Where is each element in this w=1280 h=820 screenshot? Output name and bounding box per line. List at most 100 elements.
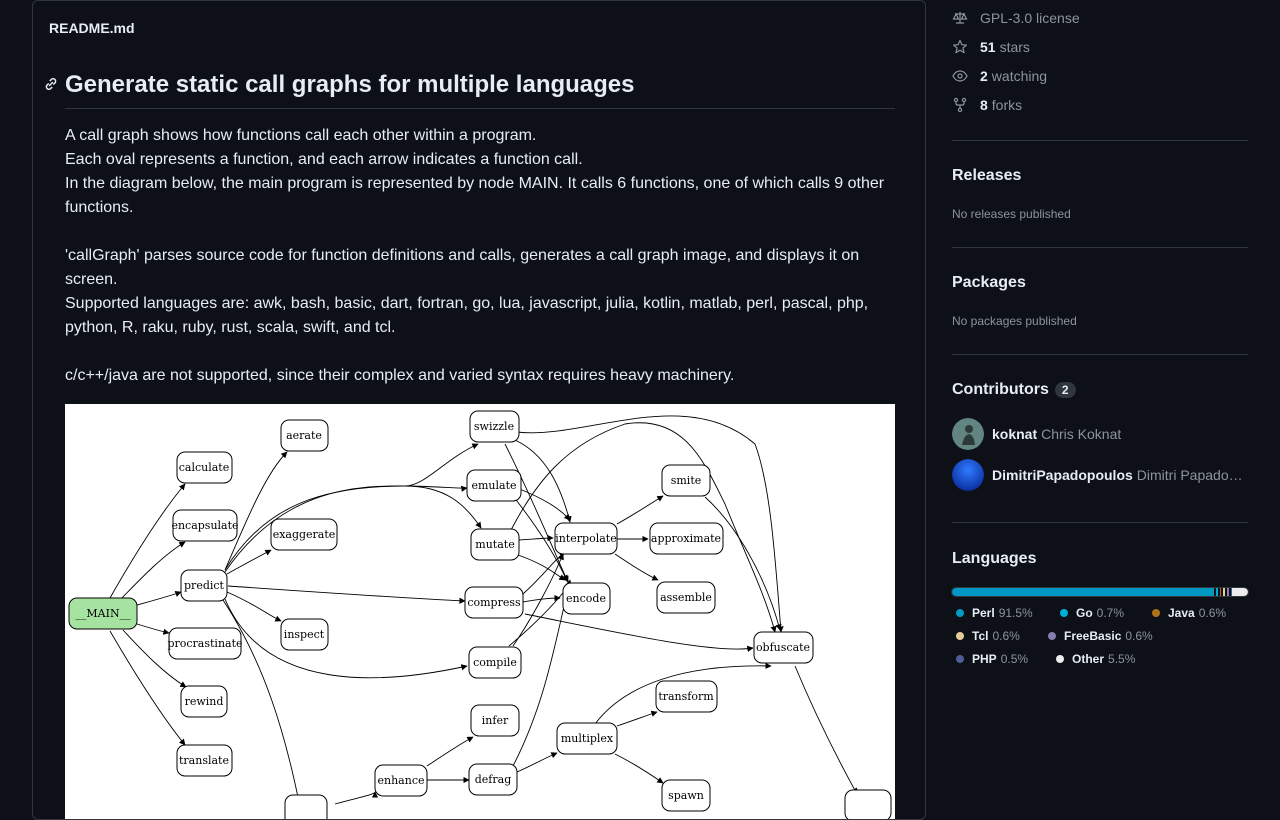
language-color-dot xyxy=(1152,609,1160,617)
divider xyxy=(952,354,1248,355)
language-name: Tcl xyxy=(972,629,989,643)
graph-node-smite: smite xyxy=(671,474,702,487)
releases-title[interactable]: Releases xyxy=(952,167,1021,185)
language-name: Java xyxy=(1168,606,1195,620)
contributor-item[interactable]: DimitriPapadopoulos Dimitri Papadopoulos xyxy=(952,459,1248,491)
graph-node-defrag: defrag xyxy=(475,773,511,786)
contributors-title: Contributors xyxy=(952,381,1049,398)
avatar[interactable] xyxy=(952,418,984,450)
language-name: Perl xyxy=(972,606,995,620)
language-item[interactable]: Perl 91.5% xyxy=(956,606,1033,620)
graph-node-compile: compile xyxy=(473,656,517,669)
language-bar-segment xyxy=(1232,588,1248,596)
graph-node-swizzle: swizzle xyxy=(474,420,514,433)
stars-link[interactable]: 51 stars xyxy=(952,37,1030,57)
scale-icon xyxy=(952,12,968,24)
divider xyxy=(952,140,1248,141)
license-link[interactable]: GPL-3.0 license xyxy=(952,8,1080,28)
graph-node-infer: infer xyxy=(482,714,509,727)
language-color-dot xyxy=(1048,632,1056,640)
divider xyxy=(952,247,1248,248)
fork-icon xyxy=(953,97,967,113)
avatar[interactable] xyxy=(952,459,984,491)
graph-node-emulate: emulate xyxy=(471,479,516,492)
watching-link[interactable]: 2 watching xyxy=(952,66,1047,86)
graph-node-inspect: inspect xyxy=(284,628,325,641)
language-item[interactable]: Tcl 0.6% xyxy=(956,629,1020,643)
language-name: FreeBasic xyxy=(1064,629,1122,643)
stars-label: stars xyxy=(999,39,1030,55)
readme-paragraph: c/c++/java are not supported, since thei… xyxy=(65,367,735,384)
language-item[interactable]: FreeBasic 0.6% xyxy=(1048,629,1153,643)
contributor-item[interactable]: koknat Chris Koknat xyxy=(952,418,1248,450)
language-color-dot xyxy=(1060,609,1068,617)
graph-node-spawn: spawn xyxy=(668,789,704,802)
forks-label: forks xyxy=(991,97,1023,113)
contributor-name: Dimitri Papadopoulos xyxy=(1136,467,1248,483)
language-percent: 0.6% xyxy=(992,629,1020,643)
readme-paragraph: In the diagram below, the main program i… xyxy=(65,175,885,216)
language-color-dot xyxy=(956,632,964,640)
graph-node-procrastinate: procrastinate xyxy=(167,637,242,650)
contributors-count-badge: 2 xyxy=(1054,381,1076,398)
language-name: Other xyxy=(1072,652,1105,666)
graph-node-aerate: aerate xyxy=(286,429,322,442)
language-name: PHP xyxy=(972,652,997,666)
readme-paragraph: 'callGraph' parses source code for funct… xyxy=(65,247,860,288)
readme-heading: Generate static call graphs for multiple… xyxy=(45,71,895,109)
language-bar-segment xyxy=(1215,588,1218,596)
language-item[interactable]: Go 0.7% xyxy=(1060,606,1124,620)
language-color-dot xyxy=(956,655,964,663)
contributor-login[interactable]: koknat xyxy=(992,426,1037,442)
releases-note: No releases published xyxy=(952,207,1071,221)
language-percent: 0.5% xyxy=(1000,652,1029,666)
star-icon xyxy=(953,39,967,54)
graph-node-encapsulate: encapsulate xyxy=(171,519,238,532)
graph-node-exaggerate: exaggerate xyxy=(273,528,336,541)
packages-title[interactable]: Packages xyxy=(952,274,1026,292)
contributors-header[interactable]: Contributors 2 xyxy=(952,381,1076,399)
link-icon[interactable] xyxy=(43,76,59,92)
graph-node-multiplex: multiplex xyxy=(561,732,614,745)
graph-node-mutate: mutate xyxy=(475,538,514,551)
contributor-login[interactable]: DimitriPapadopoulos xyxy=(992,467,1133,483)
language-item[interactable]: Other 5.5% xyxy=(1056,652,1135,666)
language-item[interactable]: PHP 0.5% xyxy=(956,652,1028,666)
language-bar-segment xyxy=(1223,588,1226,596)
language-percent: 5.5% xyxy=(1108,652,1136,666)
readme-paragraph: Supported languages are: awk, bash, basi… xyxy=(65,295,869,336)
readme-body: A call graph shows how functions call ea… xyxy=(65,124,895,388)
language-color-dot xyxy=(956,609,964,617)
watching-count: 2 xyxy=(980,68,988,84)
graph-node-transform: transform xyxy=(658,690,714,703)
readme-filename[interactable]: README.md xyxy=(49,20,135,36)
readme-paragraph: Each oval represents a function, and eac… xyxy=(65,151,583,168)
call-graph-image: __MAIN__ calculate encapsulate predict p… xyxy=(65,404,895,819)
language-color-dot xyxy=(1056,655,1064,663)
language-item[interactable]: Java 0.6% xyxy=(1152,606,1226,620)
forks-count: 8 xyxy=(980,97,988,113)
divider xyxy=(952,522,1248,523)
watching-label: watching xyxy=(991,68,1048,84)
contributor-name: Chris Koknat xyxy=(1041,426,1122,442)
graph-node-approximate: approximate xyxy=(651,532,721,545)
stars-count: 51 xyxy=(980,39,996,55)
language-bar-segment xyxy=(1219,588,1222,596)
language-bar-segment xyxy=(952,588,1214,596)
language-percent: 0.7% xyxy=(1096,606,1125,620)
readme-paragraph: A call graph shows how functions call ea… xyxy=(65,127,537,144)
readme-heading-text: Generate static call graphs for multiple… xyxy=(65,71,635,98)
graph-node-obfuscate: obfuscate xyxy=(756,641,810,654)
graph-node-rewind: rewind xyxy=(185,695,224,708)
graph-node-main: __MAIN__ xyxy=(75,607,131,620)
language-percent: 0.6% xyxy=(1198,606,1227,620)
graph-node-assemble: assemble xyxy=(660,591,712,604)
graph-node-encode: encode xyxy=(566,592,606,605)
language-bar xyxy=(951,587,1249,597)
forks-link[interactable]: 8 forks xyxy=(952,95,1022,115)
language-percent: 0.6% xyxy=(1125,629,1153,643)
graph-node-compress: compress xyxy=(467,596,521,609)
graph-node-interpolate: interpolate xyxy=(555,532,616,545)
call-graph-diagram: __MAIN__ calculate encapsulate predict p… xyxy=(68,410,892,819)
language-percent: 91.5% xyxy=(998,606,1033,620)
